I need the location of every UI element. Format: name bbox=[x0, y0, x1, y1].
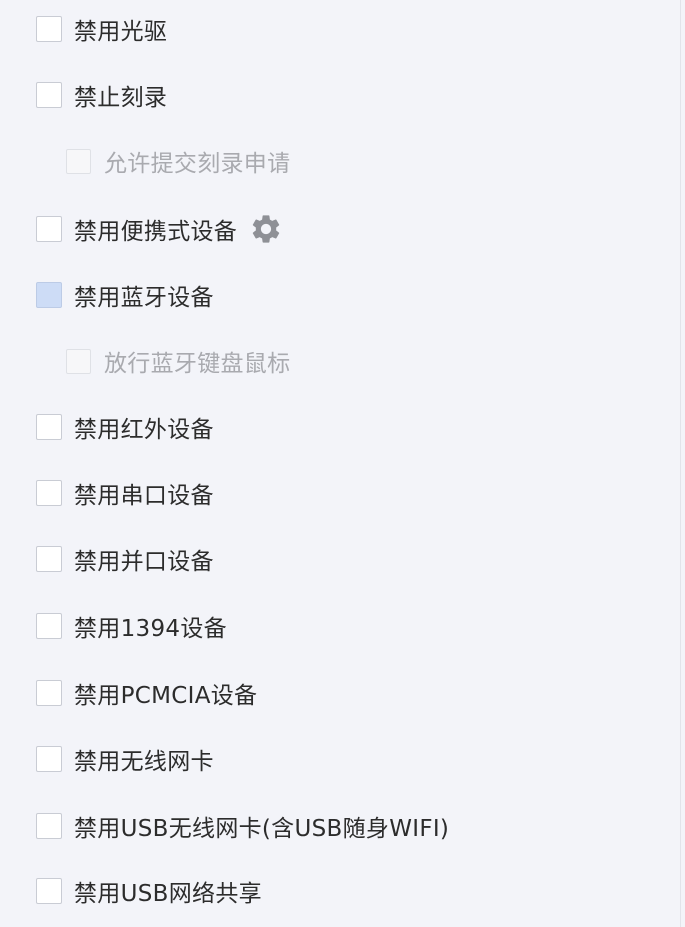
option-label: 禁止刻录 bbox=[74, 85, 168, 111]
checkbox[interactable] bbox=[36, 546, 62, 572]
option-disable-usb-tethering[interactable]: 禁用USB网络共享 bbox=[36, 873, 262, 909]
option-allow-bluetooth-keyboard-mouse: 放行蓝牙键盘鼠标 bbox=[66, 343, 290, 379]
checkbox[interactable] bbox=[36, 878, 62, 904]
checkbox-disabled bbox=[66, 148, 91, 174]
option-label: 放行蓝牙键盘鼠标 bbox=[104, 351, 291, 377]
checkbox[interactable] bbox=[36, 282, 62, 308]
checkbox[interactable] bbox=[36, 813, 62, 839]
option-label: 禁用便携式设备 bbox=[74, 219, 238, 245]
option-label: 禁用1394设备 bbox=[74, 616, 227, 642]
option-label: 禁用光驱 bbox=[74, 19, 168, 45]
option-label: 禁用无线网卡 bbox=[74, 749, 214, 775]
checkbox[interactable] bbox=[36, 216, 62, 242]
option-disable-usb-wireless-card[interactable]: 禁用USB无线网卡(含USB随身WIFI) bbox=[36, 808, 449, 844]
option-disable-bluetooth[interactable]: 禁用蓝牙设备 bbox=[36, 277, 214, 313]
option-label: 禁用USB无线网卡(含USB随身WIFI) bbox=[74, 816, 450, 842]
gear-icon[interactable] bbox=[249, 212, 283, 246]
checkbox[interactable] bbox=[36, 746, 62, 772]
option-disable-infrared[interactable]: 禁用红外设备 bbox=[36, 409, 214, 445]
option-label: 禁用并口设备 bbox=[74, 549, 214, 575]
checkbox-disabled bbox=[66, 348, 91, 374]
option-allow-burn-request: 允许提交刻录申请 bbox=[66, 143, 290, 179]
checkbox[interactable] bbox=[36, 680, 62, 706]
checkbox[interactable] bbox=[36, 16, 62, 42]
checkbox[interactable] bbox=[36, 480, 62, 506]
checkbox[interactable] bbox=[36, 82, 62, 108]
option-label: 禁用串口设备 bbox=[74, 483, 214, 509]
option-disable-cdrom[interactable]: 禁用光驱 bbox=[36, 11, 167, 47]
option-disable-burning[interactable]: 禁止刻录 bbox=[36, 77, 167, 113]
device-control-panel: 禁用光驱 禁止刻录 允许提交刻录申请 禁用便携式设备 禁用蓝牙设备 放行蓝牙键盘… bbox=[0, 0, 681, 927]
checkbox[interactable] bbox=[36, 613, 62, 639]
option-label: 禁用USB网络共享 bbox=[74, 881, 262, 907]
option-label: 禁用PCMCIA设备 bbox=[74, 683, 258, 709]
option-disable-portable-devices[interactable]: 禁用便携式设备 bbox=[36, 211, 283, 247]
option-disable-parallel-port[interactable]: 禁用并口设备 bbox=[36, 541, 214, 577]
checkbox[interactable] bbox=[36, 414, 62, 440]
option-disable-wireless-card[interactable]: 禁用无线网卡 bbox=[36, 741, 214, 777]
option-disable-pcmcia[interactable]: 禁用PCMCIA设备 bbox=[36, 675, 257, 711]
option-label: 禁用蓝牙设备 bbox=[74, 285, 214, 311]
option-disable-serial-port[interactable]: 禁用串口设备 bbox=[36, 475, 214, 511]
option-disable-1394[interactable]: 禁用1394设备 bbox=[36, 608, 227, 644]
option-label: 禁用红外设备 bbox=[74, 417, 214, 443]
option-label: 允许提交刻录申请 bbox=[104, 151, 291, 177]
